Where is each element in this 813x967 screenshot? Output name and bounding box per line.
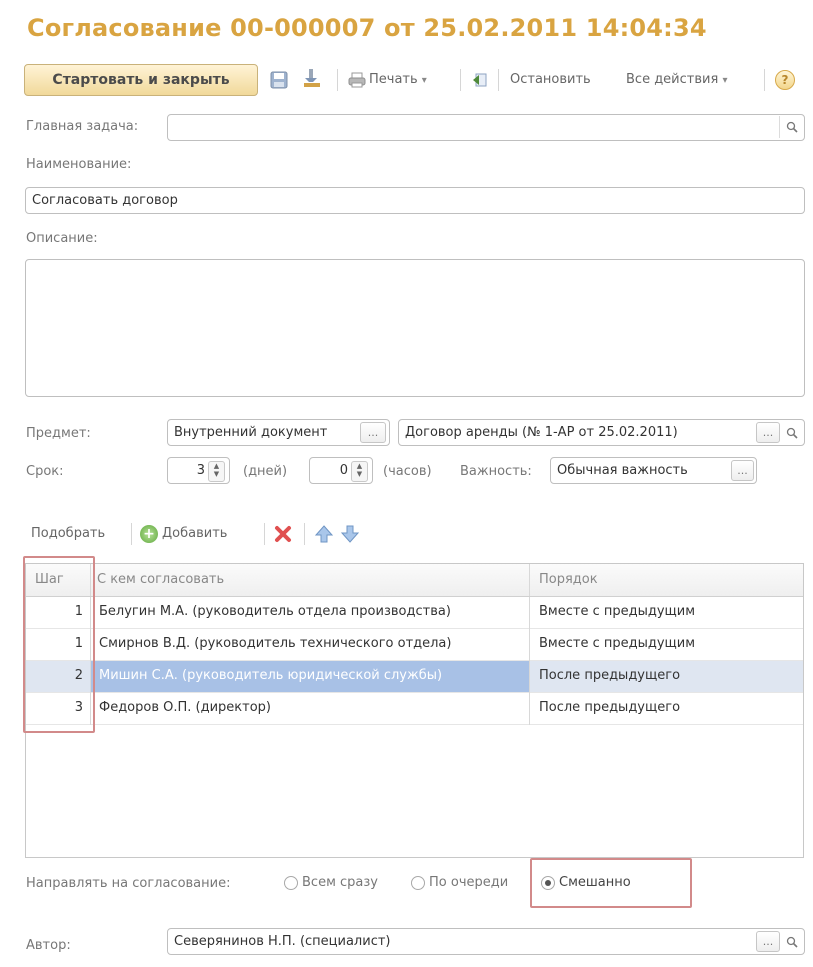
order-column-header[interactable]: Порядок (539, 572, 598, 587)
who-cell: Белугин М.А. (руководитель отдела произв… (99, 604, 451, 619)
days-unit-label: (дней) (243, 464, 288, 479)
add-button[interactable]: Добавить (162, 526, 227, 541)
all-actions-label: Все действия (626, 72, 719, 87)
toolbar-separator (131, 523, 132, 545)
routing-option-sequential[interactable]: По очереди (411, 875, 508, 890)
subject-doc-field[interactable]: Договор аренды (№ 1-АР от 25.02.2011) (398, 419, 805, 446)
stop-button[interactable]: Остановить (510, 72, 591, 87)
table-row-selected[interactable]: 2 Мишин С.А. (руководитель юридической с… (26, 661, 803, 693)
main-task-label: Главная задача: (26, 119, 139, 134)
main-task-field[interactable] (167, 114, 805, 141)
author-field[interactable]: Северянинов Н.П. (специалист) (167, 928, 805, 955)
move-down-icon[interactable] (340, 524, 360, 544)
start-and-close-button[interactable]: Стартовать и закрыть (24, 64, 258, 96)
description-label: Описание: (26, 231, 98, 246)
print-button[interactable]: Печать ▾ (369, 72, 427, 87)
who-column-header[interactable]: С кем согласовать (97, 572, 224, 587)
who-cell: Федоров О.П. (директор) (99, 700, 271, 715)
pick-button[interactable]: Подобрать (31, 526, 105, 541)
toolbar-separator (337, 69, 338, 91)
order-cell: Вместе с предыдущим (539, 604, 696, 619)
toolbar-separator (304, 523, 305, 545)
approvers-table[interactable]: Шаг С кем согласовать Порядок 1 Белугин … (25, 563, 804, 858)
related-documents-icon[interactable] (469, 70, 489, 90)
author-select-button[interactable]: ... (756, 931, 780, 952)
toolbar-separator (764, 69, 765, 91)
column-divider (529, 564, 530, 596)
hours-unit-label: (часов) (383, 464, 432, 479)
move-up-icon[interactable] (314, 524, 334, 544)
routing-option-label: Всем сразу (302, 875, 378, 890)
radio-icon[interactable] (411, 875, 425, 890)
column-divider (529, 597, 530, 725)
description-field[interactable] (25, 259, 805, 397)
order-cell: После предыдущего (539, 700, 681, 715)
subject-type-value: Внутренний документ (174, 425, 328, 440)
who-cell: Смирнов В.Д. (руководитель технического … (99, 636, 452, 651)
importance-value: Обычная важность (557, 463, 688, 478)
hours-stepper[interactable]: 0 ▲ ▼ (309, 457, 373, 484)
page-title: Согласование 00-000007 от 25.02.2011 14:… (27, 14, 707, 42)
table-row[interactable]: 3 Федоров О.П. (директор) После предыдущ… (26, 693, 803, 725)
subject-doc-value: Договор аренды (№ 1-АР от 25.02.2011) (405, 425, 678, 440)
all-actions-button[interactable]: Все действия ▾ (626, 72, 727, 87)
add-icon: + (140, 525, 158, 543)
importance-field[interactable]: Обычная важность (550, 457, 757, 484)
toolbar-separator (498, 69, 499, 91)
table-header: Шаг С кем согласовать Порядок (26, 564, 803, 597)
stepper-arrows-icon[interactable]: ▲ ▼ (351, 461, 368, 482)
subject-type-select-button[interactable]: ... (360, 422, 386, 443)
post-icon[interactable] (302, 68, 322, 88)
deadline-label: Срок: (26, 464, 64, 479)
save-icon[interactable] (269, 70, 289, 90)
routing-label: Направлять на согласование: (26, 876, 231, 891)
days-stepper[interactable]: 3 ▲ ▼ (167, 457, 230, 484)
hours-value: 0 (339, 463, 348, 478)
importance-select-button[interactable]: ... (731, 460, 754, 481)
print-label: Печать (369, 72, 418, 87)
chevron-down-icon: ▾ (421, 75, 427, 86)
days-value: 3 (196, 463, 205, 478)
stepper-arrows-icon[interactable]: ▲ ▼ (208, 461, 225, 482)
subject-type-field[interactable]: Внутренний документ (167, 419, 390, 446)
search-icon[interactable] (781, 422, 803, 443)
order-cell: После предыдущего (539, 668, 681, 683)
routing-option-all[interactable]: Всем сразу (284, 875, 378, 890)
radio-icon[interactable] (284, 875, 298, 890)
toolbar-separator (460, 69, 461, 91)
name-label: Наименование: (26, 157, 132, 172)
step-column-annotation (23, 556, 95, 733)
author-value: Северянинов Н.П. (специалист) (174, 934, 391, 949)
table-row[interactable]: 1 Смирнов В.Д. (руководитель техническог… (26, 629, 803, 661)
toolbar-separator (264, 523, 265, 545)
print-icon (347, 70, 367, 90)
search-icon[interactable] (781, 931, 803, 952)
search-icon[interactable] (779, 116, 804, 138)
mixed-option-annotation (530, 858, 692, 908)
importance-label: Важность: (460, 464, 532, 479)
name-value: Согласовать договор (32, 193, 178, 208)
help-icon[interactable]: ? (775, 70, 795, 90)
subject-doc-select-button[interactable]: ... (756, 422, 780, 443)
delete-icon[interactable] (273, 524, 293, 544)
order-cell: Вместе с предыдущим (539, 636, 696, 651)
name-field[interactable]: Согласовать договор (25, 187, 805, 214)
author-label: Автор: (26, 938, 71, 953)
who-cell: Мишин С.А. (руководитель юридической слу… (99, 668, 443, 683)
chevron-down-icon: ▾ (722, 75, 728, 86)
subject-label: Предмет: (26, 426, 91, 441)
routing-option-label: По очереди (429, 875, 509, 890)
table-row[interactable]: 1 Белугин М.А. (руководитель отдела прои… (26, 597, 803, 629)
